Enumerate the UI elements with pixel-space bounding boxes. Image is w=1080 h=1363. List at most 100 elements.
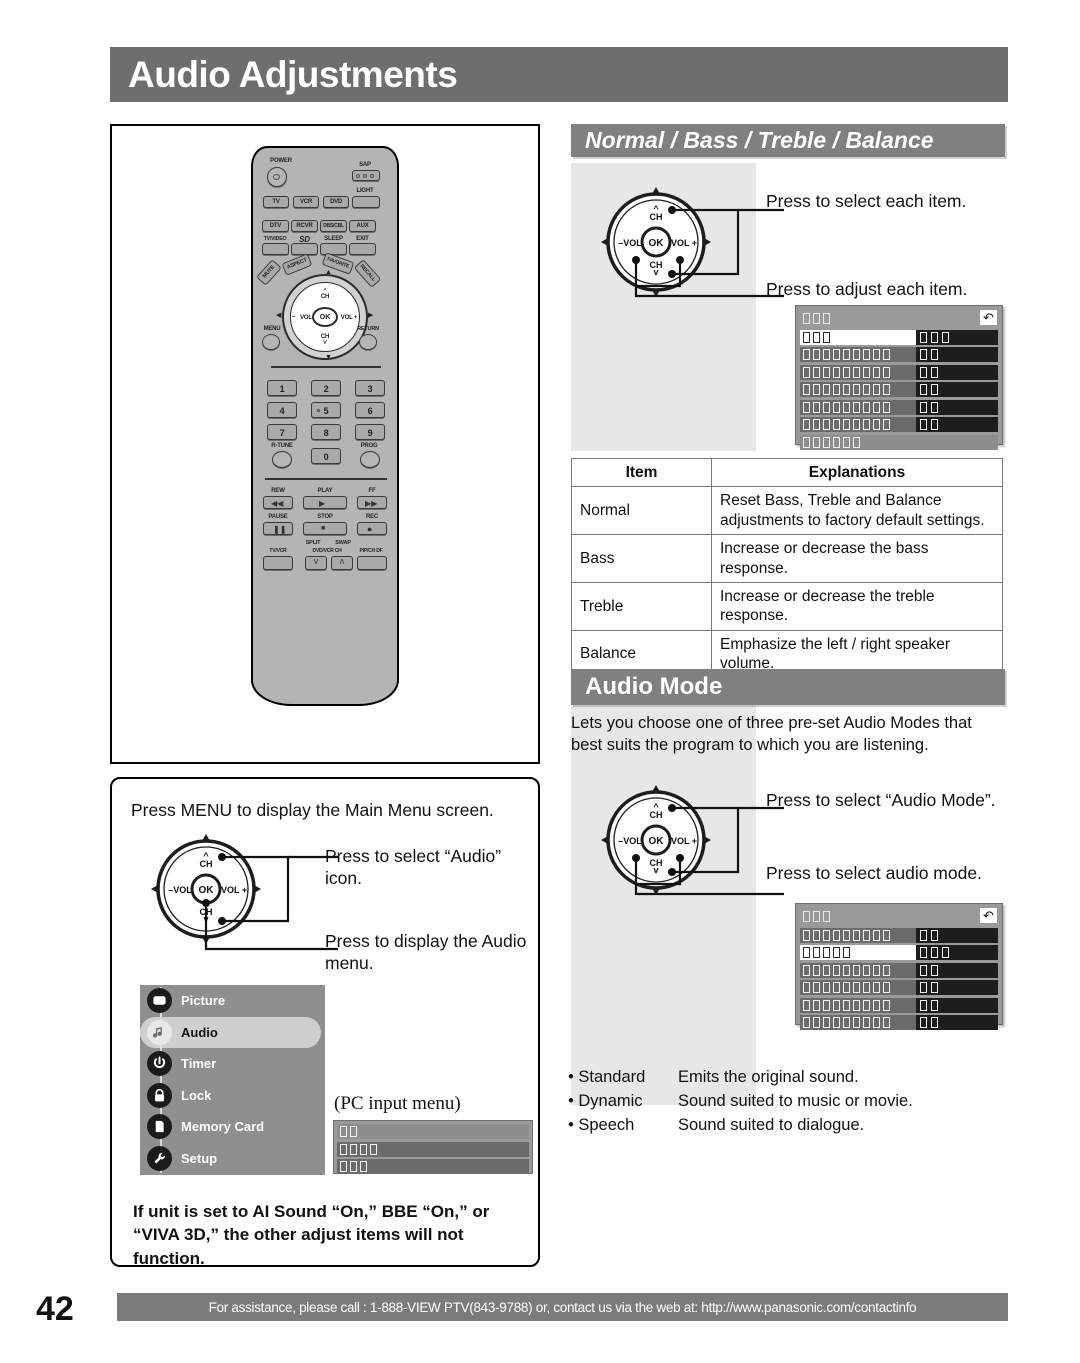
remote-button-sleep[interactable]: [320, 243, 347, 255]
osd-glyph: [873, 1017, 880, 1028]
osd-row[interactable]: [800, 382, 998, 397]
osd-glyph: [931, 999, 938, 1011]
audio-mode-section-title: Audio Mode: [585, 673, 723, 700]
osd-row-label: [800, 401, 890, 413]
remote-tvvcr-button[interactable]: [263, 556, 293, 570]
osd-glyph: [873, 366, 880, 378]
lock-padlock-icon: [147, 1082, 172, 1108]
osd-glyph: [803, 947, 810, 958]
remote-menu-button[interactable]: [262, 334, 280, 350]
osd-row-label: [800, 911, 830, 922]
osd-row[interactable]: [800, 434, 998, 450]
osd-glyph: [823, 947, 830, 958]
remote-rec-label: REC: [365, 514, 379, 520]
osd-value-bar: [916, 417, 998, 432]
osd-glyph: [350, 1126, 357, 1137]
osd-row[interactable]: [800, 980, 998, 995]
remote-disc-ch-down-caret: v: [323, 339, 327, 346]
osd-row-label: [800, 999, 890, 1011]
svg-text:CH: CH: [200, 859, 213, 869]
osd-row[interactable]: [337, 1159, 529, 1174]
remote-button-tvvideo-label: TV/VIDEO: [263, 236, 287, 242]
osd-glyph: [883, 401, 890, 413]
osd-glyph: [853, 1017, 860, 1028]
main-menu-item-timer[interactable]: Timer: [140, 1048, 325, 1080]
main-menu-item-lock[interactable]: Lock: [140, 1080, 325, 1112]
osd-glyph: [813, 929, 820, 941]
remote-sap-dots: [356, 173, 374, 178]
remote-return-button[interactable]: [359, 334, 377, 350]
osd-rows-normal: [800, 310, 998, 450]
remote-button-exit-label: EXIT: [356, 236, 369, 242]
main-menu-item-audio[interactable]: Audio: [140, 1016, 321, 1048]
remote-button-tvvideo[interactable]: [262, 243, 289, 255]
osd-glyph: [920, 1017, 927, 1028]
fast-forward-icon: ▶▶: [365, 499, 378, 508]
remote-button-exit[interactable]: [349, 243, 376, 255]
audio-mode-section-background: [571, 705, 756, 1105]
osd-row[interactable]: [800, 1015, 998, 1030]
main-menu-item-memory-card[interactable]: Memory Card: [140, 1111, 325, 1143]
remote-prog-button[interactable]: [360, 451, 380, 468]
osd-glyph: [863, 384, 870, 395]
osd-row[interactable]: [337, 1124, 529, 1139]
table-cell-item: Treble: [571, 581, 712, 631]
osd-row[interactable]: [800, 347, 998, 362]
osd-row-label: [337, 1161, 367, 1172]
remote-button-dtv-label: DTV: [269, 223, 282, 229]
remote-pip-ch-df-button[interactable]: [357, 556, 387, 570]
osd-row[interactable]: [800, 908, 998, 925]
rewind-icon: ◀◀: [271, 499, 284, 508]
remote-button-vcr-label: VCR: [299, 199, 313, 205]
remote-button-tv-label: TV: [272, 199, 280, 205]
remote-navigation-disc[interactable]: CH ^ VOL – VOL + OK CH v ▲ ▼ ◀ ▶: [276, 269, 373, 361]
audio-osd-screenshot-normal: ↶: [795, 305, 1003, 450]
remote-split-label: SPLIT: [305, 540, 321, 546]
svg-text:VOL +: VOL +: [671, 238, 697, 248]
audio-mode-row: • Standard Emits the original sound.: [568, 1066, 913, 1090]
osd-row[interactable]: [800, 927, 998, 943]
osd-row[interactable]: [800, 417, 998, 432]
remote-button-rcvr-label: RCVR: [296, 223, 313, 229]
osd-glyph: [931, 366, 938, 378]
remote-dvd-vcr-down-caret: V: [313, 559, 319, 566]
osd-row[interactable]: [800, 399, 998, 415]
table-cell-explanation: Increase or decrease the treble response…: [711, 581, 1003, 631]
osd-glyph: [931, 982, 938, 993]
osd-glyph: [350, 1143, 357, 1155]
osd-glyph: [350, 1161, 357, 1172]
osd-glyph: [931, 1017, 938, 1028]
audio-mode-description: Emits the original sound.: [678, 1068, 859, 1086]
main-menu-item-setup[interactable]: Setup: [140, 1143, 325, 1175]
remote-divider: [271, 366, 381, 368]
osd-row[interactable]: [800, 997, 998, 1013]
osd-row[interactable]: [800, 962, 998, 978]
explanations-table: Item Explanations Normal Reset Bass, Treb…: [571, 457, 1003, 679]
svg-text:–VOL: –VOL: [168, 885, 192, 895]
osd-glyph: [813, 911, 820, 922]
osd-row[interactable]: [800, 945, 998, 960]
osd-glyph: [823, 384, 830, 395]
osd-row[interactable]: [800, 329, 998, 345]
callout-select-each-item: Press to select each item.: [766, 191, 967, 211]
osd-row[interactable]: [800, 364, 998, 380]
osd-glyph: [873, 384, 880, 395]
osd-row[interactable]: [337, 1141, 529, 1157]
osd-glyph: [883, 366, 890, 378]
osd-glyph: [833, 947, 840, 958]
main-menu-item-picture[interactable]: Picture: [140, 985, 325, 1017]
memory-card-icon: [147, 1114, 172, 1140]
osd-glyph: [813, 436, 820, 448]
remote-light-button[interactable]: [352, 196, 380, 208]
osd-glyph: [873, 401, 880, 413]
osd-row[interactable]: [800, 310, 998, 327]
osd-glyph: [803, 313, 810, 324]
osd-glyph: [833, 384, 840, 395]
osd-value-bar: [916, 980, 998, 995]
remote-dvd-vcr-up-caret: Λ: [339, 559, 345, 566]
remote-rtune-button[interactable]: [272, 451, 292, 468]
remote-ok-button[interactable]: OK: [312, 307, 338, 327]
osd-glyph: [813, 999, 820, 1011]
osd-glyph: [920, 964, 927, 976]
osd-row-label: [800, 947, 850, 958]
